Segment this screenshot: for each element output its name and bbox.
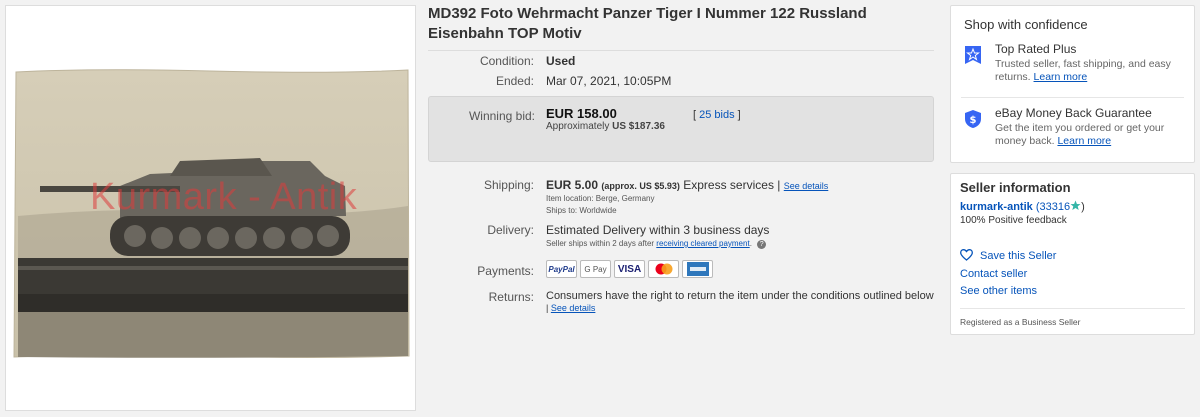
title-divider xyxy=(428,50,934,51)
winning-bid-label: Winning bid: xyxy=(468,109,535,123)
cleared-payment-link[interactable]: receiving cleared payment xyxy=(656,239,749,248)
bids-bracket-open: [ xyxy=(693,109,697,121)
shipping-price: EUR 5.00 xyxy=(546,178,599,192)
shipping-label: Shipping: xyxy=(483,178,534,192)
returns-sep: | xyxy=(546,303,549,313)
shipping-value: EUR 5.00 (approx. US $5.93) Express serv… xyxy=(546,178,828,192)
returns-details: | See details xyxy=(546,303,595,313)
mbg-desc: Get the item you ordered or get your mon… xyxy=(995,122,1185,148)
item-title: MD392 Foto Wehrmacht Panzer Tiger I Numm… xyxy=(428,5,867,42)
mastercard-icon xyxy=(648,260,679,278)
winning-bid-box: Winning bid: EUR 158.00 Approximately US… xyxy=(428,96,934,162)
svg-text:$: $ xyxy=(970,115,977,126)
winning-bid-price: EUR 158.00 xyxy=(546,106,617,121)
shipping-service: Express services xyxy=(683,178,774,192)
payments-label: Payments: xyxy=(477,264,534,278)
approx-price: Approximately US $187.36 xyxy=(546,121,665,132)
mbg-learn-more-link[interactable]: Learn more xyxy=(1057,135,1111,147)
returns-value: Consumers have the right to return the i… xyxy=(546,290,934,302)
delivery-value: Estimated Delivery within 3 business day… xyxy=(546,223,770,237)
contact-seller-link[interactable]: Contact seller xyxy=(960,268,1027,280)
amex-icon xyxy=(682,260,713,278)
ships-to: Ships to: Worldwide xyxy=(546,206,617,215)
approx-value: US $187.36 xyxy=(612,121,665,132)
google-pay-icon: G Pay xyxy=(580,260,611,278)
save-seller-link[interactable]: Save this Seller xyxy=(980,250,1056,262)
condition-value: Used xyxy=(546,54,576,68)
image-viewer[interactable]: Kurmark - Antik xyxy=(5,5,416,411)
confidence-divider xyxy=(961,97,1184,98)
seller-identity: kurmark-antik (33316) xyxy=(960,200,1085,213)
ended-label: Ended: xyxy=(495,74,534,88)
feedback-score-close: ) xyxy=(1081,201,1085,213)
photo-watermark: Kurmark - Antik xyxy=(90,176,358,218)
returns-label: Returns: xyxy=(488,290,534,304)
bid-count: [ 25 bids ] xyxy=(693,109,741,121)
help-icon[interactable]: ? xyxy=(757,240,767,249)
delivery-label: Delivery: xyxy=(487,223,534,237)
payment-methods: PayPal G Pay VISA xyxy=(546,260,713,278)
approx-prefix: Approximately xyxy=(546,121,610,132)
confidence-title: Shop with confidence xyxy=(964,17,1088,32)
seller-name-link[interactable]: kurmark-antik xyxy=(960,201,1033,213)
seller-information-card: Seller information kurmark-antik (33316)… xyxy=(950,173,1195,335)
star-icon xyxy=(1070,200,1081,210)
heart-icon[interactable] xyxy=(960,249,973,261)
condition-label: Condition: xyxy=(479,54,534,68)
top-rated-badge-icon xyxy=(965,46,981,64)
positive-feedback: 100% Positive feedback xyxy=(960,215,1067,226)
shipping-approx: (approx. US $5.93) xyxy=(601,181,680,191)
shipping-see-details-link[interactable]: See details xyxy=(784,181,829,191)
shield-icon: $ xyxy=(965,110,981,128)
shop-with-confidence-card: Shop with confidence Top Rated Plus Trus… xyxy=(950,5,1195,163)
business-seller-note: Registered as a Business Seller xyxy=(960,317,1081,327)
bids-bracket-close: ] xyxy=(737,109,741,121)
top-rated-title: Top Rated Plus xyxy=(995,42,1077,56)
visa-icon: VISA xyxy=(614,260,645,278)
returns-see-details-link[interactable]: See details xyxy=(551,303,596,313)
feedback-score-link[interactable]: (33316 xyxy=(1036,201,1070,213)
listing-photo[interactable]: Kurmark - Antik xyxy=(10,66,413,360)
item-details: MD392 Foto Wehrmacht Panzer Tiger I Numm… xyxy=(428,0,938,313)
top-rated-desc: Trusted seller, fast shipping, and easy … xyxy=(995,58,1185,84)
delivery-note: Seller ships within 2 days after receivi… xyxy=(546,239,767,249)
ended-value: Mar 07, 2021, 10:05PM xyxy=(546,74,672,88)
top-rated-learn-more-link[interactable]: Learn more xyxy=(1034,71,1088,83)
delivery-note-suffix: . xyxy=(749,239,752,248)
delivery-note-prefix: Seller ships within 2 days after xyxy=(546,239,655,248)
mbg-title: eBay Money Back Guarantee xyxy=(995,106,1152,120)
item-location: Item location: Berge, Germany xyxy=(546,194,655,203)
shipping-sep: | xyxy=(777,178,781,192)
see-other-items-link[interactable]: See other items xyxy=(960,285,1037,297)
seller-divider xyxy=(960,308,1185,309)
seller-info-title: Seller information xyxy=(960,180,1071,195)
paypal-icon: PayPal xyxy=(546,260,577,278)
bid-history-link[interactable]: 25 bids xyxy=(699,109,734,121)
